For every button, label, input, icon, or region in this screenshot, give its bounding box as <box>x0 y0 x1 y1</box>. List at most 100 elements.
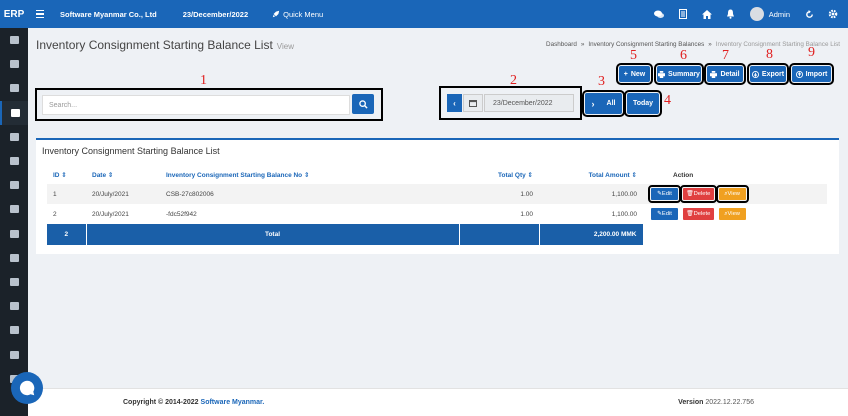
cube-icon <box>10 108 20 117</box>
sidebar-item-chart[interactable] <box>0 52 28 76</box>
footer-action-empty <box>643 224 827 245</box>
column-header-qty[interactable]: Total Qty ⇕ <box>459 166 539 184</box>
column-header-date[interactable]: Date ⇕ <box>86 166 160 184</box>
bar-chart-icon <box>9 253 19 262</box>
header-label: Date <box>92 172 107 179</box>
sidebar-item-clipboard[interactable] <box>0 125 28 149</box>
annotation-number: 3 <box>598 74 605 89</box>
copyright: Copyright © 2014-2022 Software Myanmar. <box>123 399 264 406</box>
cart-icon <box>9 181 19 190</box>
annotation-number: 5 <box>630 48 637 63</box>
edit-label: Edit <box>661 211 672 217</box>
delete-button[interactable]: 🗑 Delete <box>679 185 717 203</box>
next-date-button[interactable]: › <box>592 99 595 109</box>
import-button[interactable]: Import <box>789 63 834 85</box>
breadcrumb-dashboard[interactable]: Dashboard <box>546 41 577 48</box>
edit-button[interactable]: ✎ Edit <box>648 185 681 203</box>
header-label: Action <box>673 171 694 179</box>
view-button[interactable]: ⌕ View <box>715 185 749 203</box>
cell-actions: ✎ Edit 🗑 Delete ⌕ View <box>643 204 827 224</box>
search-input[interactable]: Search... <box>42 95 350 115</box>
sidebar-item-file[interactable] <box>0 149 28 173</box>
column-header-amount[interactable]: Total Amount ⇕ <box>539 166 643 184</box>
page-footer: Copyright © 2014-2022 Software Myanmar. … <box>28 388 848 416</box>
prev-date-button[interactable]: ‹ <box>447 94 462 112</box>
today-label: Today <box>632 100 654 107</box>
detail-button[interactable]: Detail <box>704 63 746 85</box>
menu-toggle-icon[interactable] <box>36 9 54 19</box>
edit-button[interactable]: ✎ Edit <box>651 208 678 220</box>
sidebar-item-support[interactable] <box>0 294 28 318</box>
balance-table: ID ⇕ Date ⇕ Inventory Consignment Starti… <box>47 166 827 245</box>
book-icon <box>9 350 19 359</box>
import-icon <box>795 70 803 78</box>
print-icon <box>710 70 718 78</box>
footer-label: Total <box>86 224 460 245</box>
footer-amount: 2,200.00 MMK <box>539 224 644 245</box>
sidebar-item-cart[interactable] <box>0 173 28 197</box>
document-icon[interactable] <box>678 9 688 19</box>
sidebar-item-diamond[interactable] <box>0 197 28 221</box>
quick-menu-button[interactable]: Quick Menu <box>272 10 323 19</box>
cell-id: 2 <box>53 210 57 218</box>
footer-qty-empty <box>459 224 540 245</box>
calendar-icon[interactable] <box>463 94 483 112</box>
breadcrumb-parent[interactable]: Inventory Consignment Starting Balances <box>588 41 704 48</box>
delete-label: Delete <box>693 211 711 217</box>
new-button[interactable]: + New <box>616 63 653 85</box>
company-link[interactable]: Software Myanmar. <box>201 399 265 406</box>
user-menu[interactable]: Admin <box>749 7 790 21</box>
sidebar-item-inventory[interactable] <box>0 100 28 125</box>
search-button[interactable] <box>352 94 374 114</box>
export-button[interactable]: Export <box>747 63 789 85</box>
today-button[interactable]: Today <box>624 90 662 117</box>
brand-logo[interactable]: ERP <box>0 0 28 28</box>
header-label: Total Qty <box>498 172 526 179</box>
chat-widget-button[interactable] <box>11 372 43 404</box>
view-button[interactable]: ⌕ View <box>718 208 746 220</box>
detail-label: Detail <box>720 70 740 78</box>
delete-label: Delete <box>693 191 711 197</box>
table-footer-row: 2 Total 2,200.00 MMK <box>47 224 827 245</box>
version-number: 2022.12.22.756 <box>705 399 754 406</box>
date-input[interactable]: 23/December/2022 <box>484 94 574 112</box>
view-label: View <box>727 211 740 217</box>
column-header-id[interactable]: ID ⇕ <box>47 166 86 184</box>
home-icon[interactable] <box>701 9 712 19</box>
page-subtitle: View <box>276 42 294 51</box>
sidebar-item-calculator[interactable] <box>0 28 28 52</box>
sidebar <box>0 28 28 416</box>
chat-icon[interactable] <box>653 9 664 19</box>
cell-date: 20/July/2021 <box>92 210 129 218</box>
sidebar-item-book-2[interactable] <box>0 342 28 366</box>
annotation-number: 4 <box>664 93 671 108</box>
delete-button[interactable]: 🗑 Delete <box>682 208 714 220</box>
file-icon <box>9 157 19 166</box>
column-header-no[interactable]: Inventory Consignment Starting Balance N… <box>160 166 459 184</box>
user-name: Admin <box>768 9 790 19</box>
sidebar-item-users[interactable] <box>0 222 28 246</box>
sidebar-item-book[interactable] <box>0 318 28 342</box>
cell-id: 1 <box>47 184 86 204</box>
breadcrumb-separator: » <box>708 41 712 48</box>
cell-actions: ✎ Edit 🗑 Delete ⌕ View <box>643 184 827 204</box>
next-all-group[interactable]: › All <box>582 90 625 117</box>
sidebar-item-leaf[interactable] <box>0 270 28 294</box>
summary-button[interactable]: Summary <box>654 63 704 85</box>
sidebar-item-bar-chart[interactable] <box>0 246 28 270</box>
gear-icon[interactable] <box>828 9 838 19</box>
credit-card-icon <box>9 84 19 93</box>
all-button[interactable]: All <box>607 100 616 107</box>
header-label: Inventory Consignment Starting Balance N… <box>166 172 303 179</box>
export-icon <box>751 70 759 78</box>
cell-amount: 1,100.00 <box>611 210 637 218</box>
refresh-icon[interactable] <box>804 9 814 19</box>
search-icon <box>358 99 368 109</box>
rocket-icon <box>272 10 280 18</box>
sidebar-item-card[interactable] <box>0 76 28 100</box>
date-filter-group: ‹ 23/December/2022 <box>439 86 582 120</box>
support-icon <box>9 302 19 311</box>
calculator-icon <box>9 36 19 45</box>
bell-icon[interactable] <box>726 9 736 19</box>
annotation-number: 6 <box>680 48 687 63</box>
